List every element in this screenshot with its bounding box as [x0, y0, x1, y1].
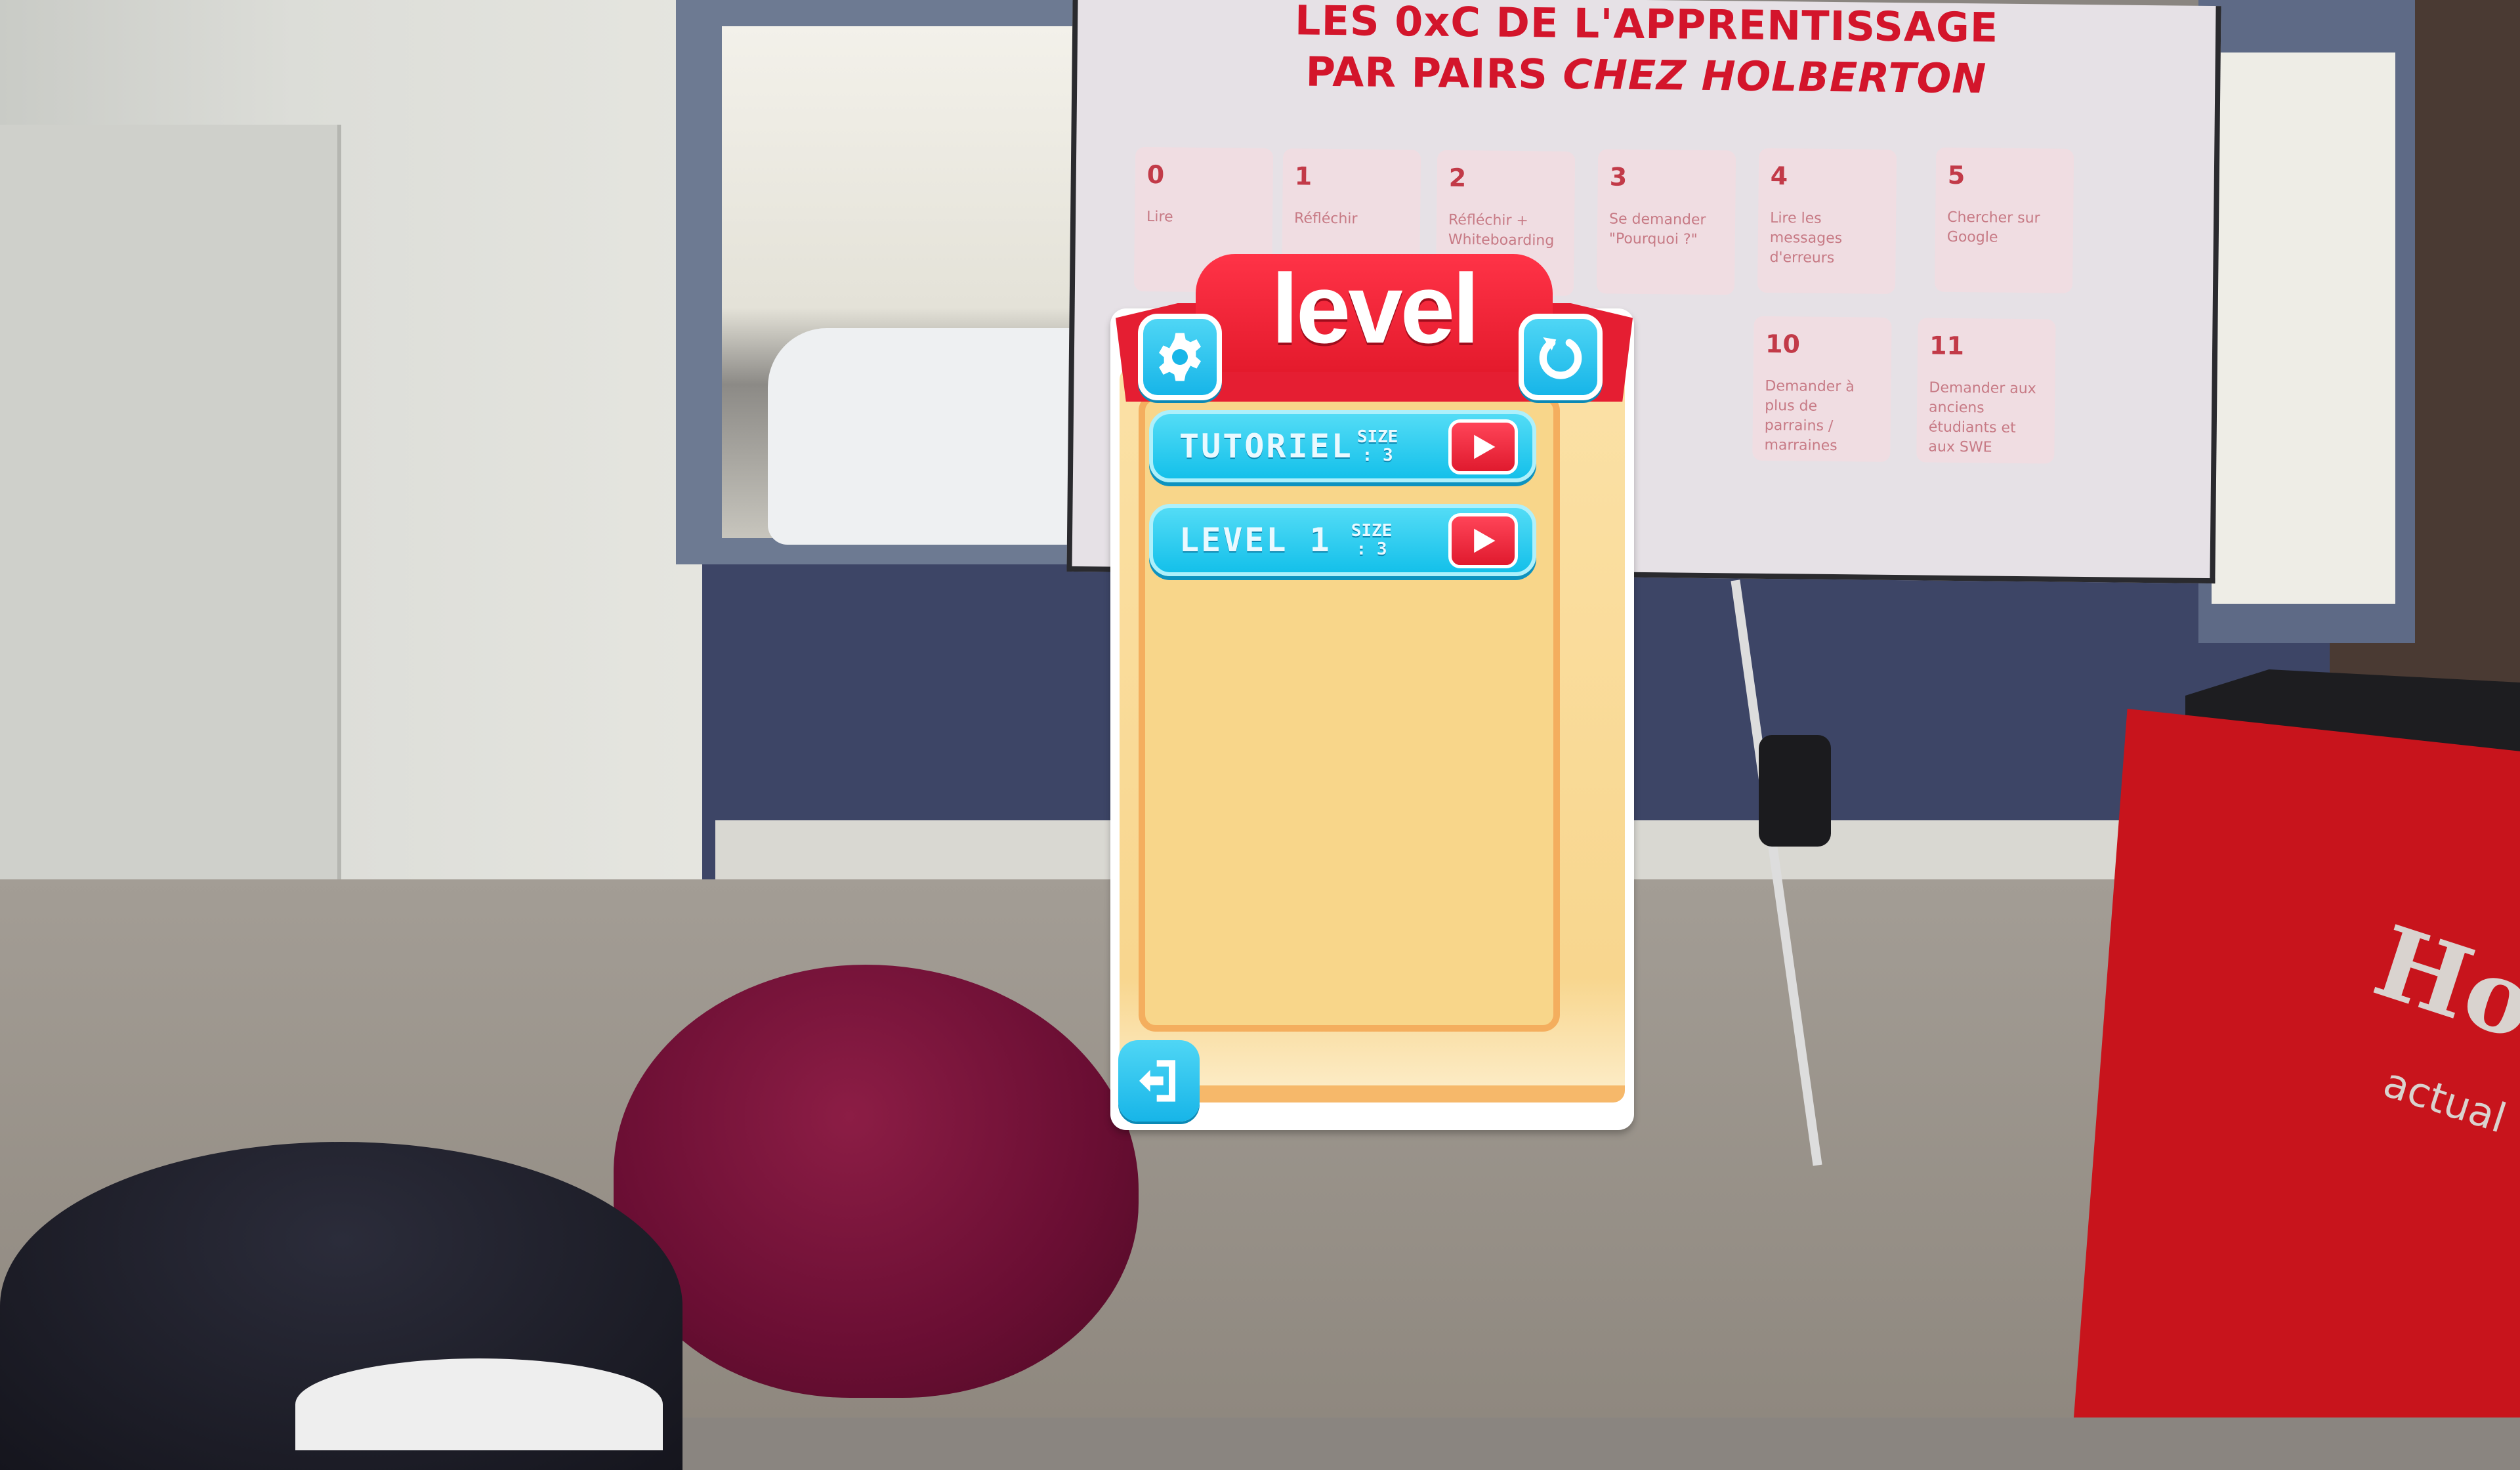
parked-car — [768, 328, 1109, 545]
card-number: 5 — [1947, 160, 1965, 190]
sign-logo: Ho — [2361, 903, 2520, 1063]
settings-button[interactable] — [1138, 314, 1222, 400]
level-button-level-1[interactable]: LEVEL 1 SIZE: 3 — [1149, 504, 1536, 576]
refresh-button[interactable] — [1519, 314, 1603, 400]
exit-button[interactable] — [1118, 1040, 1200, 1122]
sign-tagline: actual — [2378, 1058, 2512, 1143]
level-list[interactable] — [1139, 394, 1560, 1032]
card-number: 3 — [1609, 162, 1628, 192]
poster-title-line1: LES 0xC DE L'APPRENTISSAGE — [1294, 0, 1999, 52]
panel-title: level — [1271, 253, 1480, 364]
size-label: SIZE — [1356, 427, 1398, 447]
poster-card: 4 Lire les messages d'erreurs — [1757, 148, 1897, 295]
refresh-icon — [1539, 337, 1582, 379]
level-size: SIZE: 3 — [1351, 522, 1393, 558]
play-icon — [1474, 434, 1496, 459]
level-size: SIZE: 3 — [1357, 428, 1398, 465]
card-text: Demander aux anciens étudiants et aux SW… — [1928, 379, 2036, 456]
card-text: Demander à plus de parrains / marraines — [1764, 377, 1855, 455]
card-text: Lire les messages d'erreurs — [1769, 210, 1843, 267]
play-icon — [1474, 528, 1496, 553]
size-value: : 3 — [1362, 446, 1393, 465]
red-counter: Ho actual — [2074, 709, 2520, 1418]
size-value: : 3 — [1356, 539, 1387, 559]
gear-icon — [1159, 333, 1201, 381]
card-number: 10 — [1765, 329, 1801, 359]
speaker — [1759, 735, 1831, 847]
level-button-tutoriel[interactable]: TUTORIEL SIZE: 3 — [1149, 410, 1536, 482]
card-text: Se demander "Pourquoi ?" — [1608, 211, 1706, 248]
level-name: LEVEL 1 — [1179, 521, 1332, 559]
poster-card: 3 Se demander "Pourquoi ?" — [1596, 149, 1736, 295]
card-text: Chercher sur Google — [1946, 209, 2040, 246]
card-number: 1 — [1294, 161, 1312, 191]
white-table — [295, 1358, 663, 1450]
card-number: 0 — [1146, 160, 1165, 190]
poster-card: 5 Chercher sur Google — [1934, 147, 2074, 293]
size-label: SIZE — [1351, 521, 1393, 541]
card-text: Réfléchir + Whiteboarding — [1448, 211, 1555, 249]
poster-title-italic: CHEZ HOLBERTON — [1563, 50, 1987, 103]
play-button[interactable] — [1448, 419, 1518, 474]
card-number: 11 — [1929, 331, 1965, 361]
card-text: Lire — [1146, 209, 1173, 226]
poster-title-part: PAR PAIRS — [1305, 47, 1563, 98]
level-name: TUTORIEL — [1179, 427, 1353, 465]
poster-title-line2: PAR PAIRS CHEZ HOLBERTON — [1077, 45, 2216, 105]
poster-card: 11 Demander aux anciens étudiants et aux … — [1916, 318, 2056, 464]
card-number: 2 — [1448, 163, 1467, 193]
card-text: Réfléchir — [1293, 210, 1358, 228]
play-button[interactable] — [1448, 513, 1518, 568]
window-right — [2198, 0, 2415, 643]
poster-card: 10 Demander à plus de parrains / marraine… — [1752, 316, 1892, 462]
card-number: 4 — [1770, 161, 1788, 191]
exit-door-icon — [1139, 1060, 1175, 1102]
